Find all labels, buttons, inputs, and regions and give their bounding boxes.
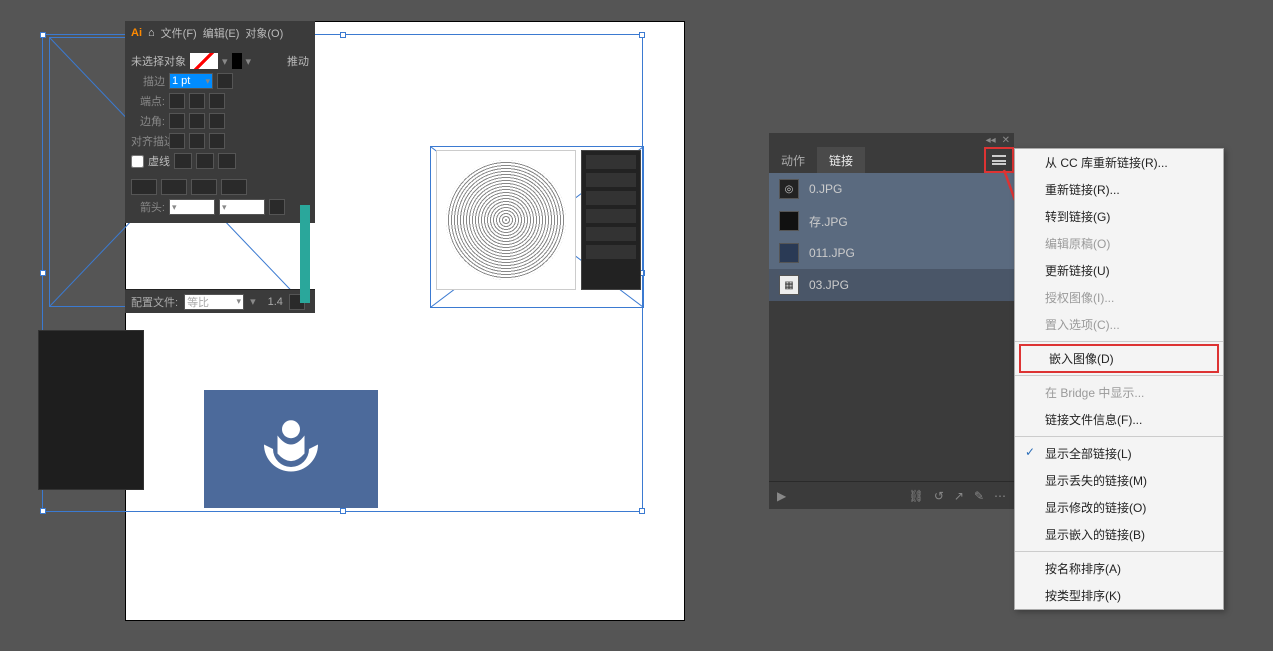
menu-license-image: 授权图像(I)...: [1015, 284, 1223, 311]
menu-relink-cc[interactable]: 从 CC 库重新链接(R)...: [1015, 149, 1223, 176]
corner-miter[interactable]: [169, 113, 185, 129]
collapse-icon[interactable]: ◂◂: [986, 135, 996, 146]
update-icon[interactable]: ↺: [934, 489, 944, 503]
links-list[interactable]: ◎ 0.JPG 存.JPG 011.JPG ▦ 03.JPG: [769, 173, 1014, 301]
hamburger-icon: [992, 155, 1006, 165]
stroke-swatch[interactable]: [232, 53, 242, 69]
link-item[interactable]: 011.JPG: [769, 237, 1014, 269]
edit-icon[interactable]: ✎: [974, 489, 984, 503]
profile-dropdown[interactable]: 等比: [184, 294, 244, 310]
cap-square[interactable]: [209, 93, 225, 109]
profile-row: 配置文件: 等比 ▾ 1.4: [125, 289, 315, 313]
more-icon[interactable]: ⋯: [994, 489, 1006, 503]
link-thumb-icon: [779, 243, 799, 263]
corner-bevel[interactable]: [209, 113, 225, 129]
opt-d[interactable]: [221, 179, 247, 195]
stroke-weight[interactable]: 1 pt: [169, 73, 213, 89]
handle[interactable]: [340, 32, 346, 38]
push-label: 推动: [287, 53, 309, 69]
spiral-thumbnail: [436, 150, 576, 290]
menu-embed-image[interactable]: 嵌入图像(D): [1019, 344, 1219, 373]
cap-round[interactable]: [189, 93, 205, 109]
links-panel: ◂◂ ✕ 动作 链接 ◎ 0.JPG 存.JPG 011.JPG ▦ 03.JP…: [769, 133, 1014, 509]
arrow-swap[interactable]: [269, 199, 285, 215]
menu-sort-type[interactable]: 按类型排序(K): [1015, 582, 1223, 609]
align-center[interactable]: [169, 133, 185, 149]
panel-context-menu: 从 CC 库重新链接(R)... 重新链接(R)... 转到链接(G) 编辑原稿…: [1014, 148, 1224, 610]
stroke-style[interactable]: [217, 73, 233, 89]
spiral-side-panel: [581, 150, 641, 290]
link-name: 0.JPG: [809, 182, 842, 196]
dash-2[interactable]: [196, 153, 214, 169]
menu-show-missing[interactable]: 显示丢失的链接(M): [1015, 467, 1223, 494]
menu-show-embedded[interactable]: 显示嵌入的链接(B): [1015, 521, 1223, 548]
app-logo-icon: Ai: [131, 27, 142, 39]
menu-edit[interactable]: 编辑(E): [203, 25, 240, 41]
no-selection-label: 未选择对象: [131, 53, 186, 69]
menu-relink[interactable]: 重新链接(R)...: [1015, 176, 1223, 203]
link-thumb-icon: ▦: [779, 275, 799, 295]
handle[interactable]: [639, 32, 645, 38]
home-icon[interactable]: ⌂: [148, 27, 155, 39]
menu-show-all[interactable]: 显示全部链接(L): [1015, 440, 1223, 467]
opt-a[interactable]: [131, 179, 157, 195]
relink-icon[interactable]: ⛓: [909, 489, 924, 503]
link-thumb-icon: [779, 211, 799, 231]
opt-c[interactable]: [191, 179, 217, 195]
tab-links[interactable]: 链接: [817, 147, 865, 173]
goto-icon[interactable]: ↗: [954, 489, 964, 503]
link-thumb-icon: ◎: [779, 179, 799, 199]
align-outside[interactable]: [209, 133, 225, 149]
properties-panel: 未选择对象 ▾ ▾ 推动 描边 1 pt 端点: 边角: 对齐描边: 虚线 箭头…: [125, 45, 315, 223]
menu-reveal-bridge: 在 Bridge 中显示...: [1015, 379, 1223, 406]
app-menubar: Ai ⌂ 文件(F) 编辑(E) 对象(O): [125, 21, 315, 45]
link-name: 011.JPG: [809, 246, 855, 260]
fill-swatch[interactable]: [190, 53, 218, 69]
logo-thumbnail: [204, 390, 378, 508]
dash-3[interactable]: [218, 153, 236, 169]
dashed-checkbox[interactable]: [131, 155, 144, 168]
handle[interactable]: [40, 270, 46, 276]
dash-1[interactable]: [174, 153, 192, 169]
handle[interactable]: [340, 508, 346, 514]
link-name: 03.JPG: [809, 278, 849, 292]
link-item[interactable]: 存.JPG: [769, 205, 1014, 237]
link-item[interactable]: ▦ 03.JPG: [769, 269, 1014, 301]
arrow-end[interactable]: [219, 199, 265, 215]
link-name: 存.JPG: [809, 213, 848, 230]
links-footer: ▶ ⛓ ↺ ↗ ✎ ⋯: [769, 481, 1014, 509]
menu-object[interactable]: 对象(O): [245, 25, 283, 41]
handle[interactable]: [40, 32, 46, 38]
close-icon[interactable]: ✕: [1002, 135, 1010, 146]
panel-menu-button[interactable]: [984, 147, 1014, 173]
handle[interactable]: [40, 508, 46, 514]
menu-show-modified[interactable]: 显示修改的链接(O): [1015, 494, 1223, 521]
doc-panel-thumbnail: [38, 330, 144, 490]
menu-place-options: 置入选项(C)...: [1015, 311, 1223, 338]
placed-image-edge: [300, 205, 310, 303]
handle[interactable]: [639, 508, 645, 514]
menu-sort-name[interactable]: 按名称排序(A): [1015, 555, 1223, 582]
menu-edit-original: 编辑原稿(O): [1015, 230, 1223, 257]
menu-file[interactable]: 文件(F): [161, 25, 197, 41]
arrow-start[interactable]: [169, 199, 215, 215]
menu-update-link[interactable]: 更新链接(U): [1015, 257, 1223, 284]
cap-butt[interactable]: [169, 93, 185, 109]
corner-round[interactable]: [189, 113, 205, 129]
menu-goto-link[interactable]: 转到链接(G): [1015, 203, 1223, 230]
opt-b[interactable]: [161, 179, 187, 195]
expand-icon[interactable]: ▶: [777, 489, 786, 503]
align-inside[interactable]: [189, 133, 205, 149]
link-item[interactable]: ◎ 0.JPG: [769, 173, 1014, 205]
menu-link-file-info[interactable]: 链接文件信息(F)...: [1015, 406, 1223, 433]
tab-actions[interactable]: 动作: [769, 147, 817, 173]
